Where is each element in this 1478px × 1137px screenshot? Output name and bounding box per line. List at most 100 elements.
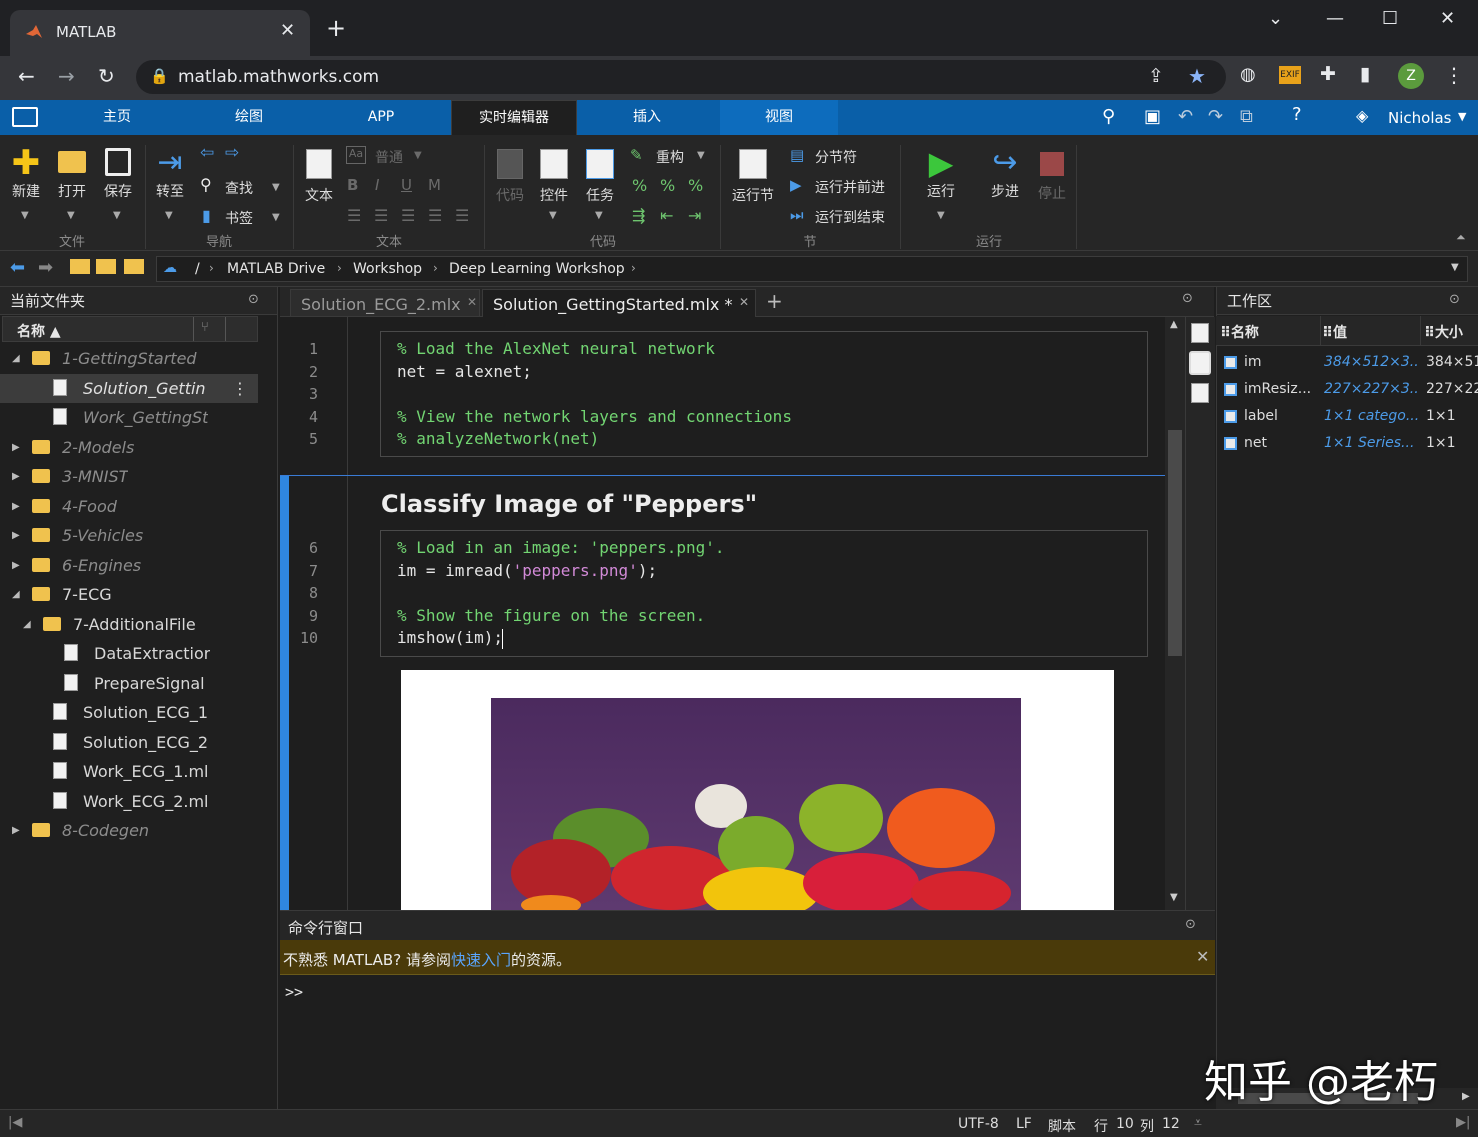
side-panel-icon[interactable]: ▮ [1360, 63, 1370, 85]
collapse-icon[interactable]: ◢ [12, 344, 20, 373]
scroll-up-icon[interactable]: ▲ [1170, 319, 1178, 330]
expand-icon[interactable]: ▶ [12, 521, 20, 550]
style-dropdown-icon[interactable]: ▼ [414, 150, 422, 161]
comment-icon[interactable]: % [632, 176, 647, 195]
forward-icon[interactable]: → [58, 64, 75, 88]
scroll-thumb[interactable] [1168, 430, 1182, 656]
workspace-row[interactable]: imResiz... 227×227×3... 227×22 [1216, 376, 1478, 403]
control-button[interactable]: 控件 [534, 145, 574, 205]
bookmark-button[interactable]: 书签 [225, 208, 253, 228]
workspace-value-column[interactable]: ⠿值 [1322, 322, 1347, 342]
panel-collapse-right-icon[interactable]: ▶| [1456, 1115, 1470, 1130]
step-button[interactable]: ↪ 步进 [982, 145, 1028, 201]
workspace-row[interactable]: label 1×1 catego... 1×1 [1216, 403, 1478, 430]
editor-tab[interactable]: Solution_ECG_2.mlx ✕ [290, 289, 480, 317]
wrap-comment-icon[interactable]: % [688, 176, 703, 195]
goto-button[interactable]: ⇥ 转至 [150, 145, 190, 201]
help-icon[interactable]: ? [1292, 104, 1302, 125]
expand-icon[interactable]: ▶ [12, 816, 20, 845]
refactor-button[interactable]: 重构 [656, 147, 684, 167]
section-heading[interactable]: Classify Image of "Peppers" [381, 490, 757, 518]
find-button[interactable]: 查找 [225, 178, 253, 198]
undo-icon[interactable]: ↶ [1178, 106, 1193, 127]
search-folder-icon[interactable] [124, 259, 144, 274]
back-icon[interactable]: ← [18, 64, 35, 88]
redo-icon[interactable]: ↷ [1208, 106, 1223, 127]
folder-row[interactable]: ▶ 8-Codegen [0, 816, 258, 845]
file-row[interactable]: Work_GettingSt [0, 403, 258, 432]
goto-dropdown-icon[interactable]: ▼ [165, 210, 173, 221]
tab-view[interactable]: 视图 [720, 100, 838, 135]
expand-icon[interactable]: ▶ [12, 551, 20, 580]
maximize-icon[interactable]: ☐ [1382, 8, 1398, 29]
save-button[interactable]: 保存 [98, 145, 138, 201]
collapse-icon[interactable]: ◢ [23, 610, 31, 639]
workspace-menu-icon[interactable]: ⊙ [1449, 292, 1460, 307]
decrease-indent-icon[interactable]: ⇤ [660, 206, 673, 225]
breadcrumb[interactable]: ☁ / › MATLAB Drive › Workshop › Deep Lea… [156, 256, 1468, 282]
file-row[interactable]: Solution_ECG_1 [0, 698, 258, 727]
code-line[interactable]: % Show the figure on the screen. [397, 606, 705, 625]
tab-live-editor[interactable]: 实时编辑器 [451, 100, 577, 135]
path-history-chevron-icon[interactable]: ▼ [1451, 262, 1459, 273]
file-row[interactable]: Solution_Gettin ⋮ [0, 373, 258, 403]
nav-forward-icon[interactable]: ⇨ [225, 143, 239, 163]
save-dropdown-icon[interactable]: ▼ [113, 210, 121, 221]
browser-tab[interactable]: MATLAB ✕ [10, 10, 310, 56]
run-dropdown-icon[interactable]: ▼ [937, 210, 945, 221]
run-section-button[interactable]: 运行节 [726, 145, 780, 205]
close-tab-icon[interactable]: ✕ [280, 20, 295, 41]
row-menu-icon[interactable]: ⋮ [232, 374, 248, 403]
workspace-row[interactable]: net 1×1 Series... 1×1 [1216, 430, 1478, 457]
increase-indent-icon[interactable]: ⇥ [688, 206, 701, 225]
bullet-list-icon[interactable]: ☰ [347, 206, 361, 225]
user-name[interactable]: Nicholas [1388, 109, 1452, 127]
code-line[interactable]: net = alexnet; [397, 362, 532, 381]
name-column-header[interactable]: 名称 ▲ [17, 321, 61, 341]
bold-icon[interactable]: B [347, 176, 358, 194]
workspace-row[interactable]: im 384×512×3... 384×51 [1216, 349, 1478, 376]
task-button[interactable]: 任务 [580, 145, 620, 205]
workspace-size-column[interactable]: ⠿大小 [1424, 322, 1463, 342]
quick-save-icon[interactable]: ▣ [1144, 106, 1161, 127]
browse-folder-icon[interactable] [96, 259, 116, 274]
quick-start-link[interactable]: 快速入门 [451, 951, 511, 969]
profile-avatar[interactable]: Z [1398, 63, 1424, 89]
folder-row[interactable]: ◢ 1-GettingStarted [0, 344, 258, 373]
hscroll-right-icon[interactable]: ▶ [1462, 1091, 1470, 1102]
panel-collapse-left-icon[interactable]: |◀ [8, 1115, 22, 1130]
puzzle-icon[interactable]: ✚ [1320, 63, 1336, 85]
breadcrumb-item[interactable]: Deep Learning Workshop [449, 261, 625, 277]
close-window-icon[interactable]: ✕ [1440, 8, 1455, 29]
find-dropdown-icon[interactable]: ▼ [272, 182, 280, 193]
open-button[interactable]: 打开 [52, 145, 92, 201]
panel-menu-icon[interactable]: ⊙ [248, 292, 259, 307]
bookmark-star-icon[interactable]: ★ [1188, 64, 1206, 88]
workspace-name-column[interactable]: ⠿名称 [1220, 322, 1259, 342]
align-center-icon[interactable]: ☰ [428, 206, 442, 225]
code-line[interactable]: imshow(im); [397, 628, 503, 647]
code-line[interactable]: % Load the AlexNet neural network [397, 339, 715, 358]
code-line[interactable]: % View the network layers and connection… [397, 407, 792, 426]
nav-back-icon[interactable]: ⇦ [200, 143, 214, 163]
folder-row[interactable]: ▶ 2-Models [0, 433, 258, 462]
file-row[interactable]: Solution_ECG_2 [0, 728, 258, 757]
extension-icon[interactable]: ◍ [1240, 64, 1256, 85]
command-window[interactable]: >> [280, 975, 1215, 1109]
text-button[interactable]: 文本 [300, 145, 338, 205]
folder-row[interactable]: ◢ 7-AdditionalFile [0, 610, 258, 639]
status-menu-icon[interactable]: ⩡ [1194, 1115, 1202, 1131]
align-left-icon[interactable]: ☰ [401, 206, 415, 225]
hide-code-icon[interactable] [1191, 383, 1209, 403]
close-tab-icon[interactable]: ✕ [739, 295, 749, 309]
expand-icon[interactable]: ▶ [12, 492, 20, 521]
align-right-icon[interactable]: ☰ [455, 206, 469, 225]
run-button[interactable]: ▶ 运行 [918, 145, 964, 201]
output-inline-icon[interactable] [1189, 351, 1211, 375]
editor-menu-icon[interactable]: ⊙ [1182, 291, 1193, 306]
breadcrumb-item[interactable]: Workshop [353, 261, 422, 277]
smart-indent-icon[interactable]: ⇶ [632, 206, 645, 225]
monospace-icon[interactable]: M [428, 176, 441, 194]
tab-search-icon[interactable]: ⌄ [1268, 8, 1283, 29]
refactor-dropdown-icon[interactable]: ▼ [697, 150, 705, 161]
